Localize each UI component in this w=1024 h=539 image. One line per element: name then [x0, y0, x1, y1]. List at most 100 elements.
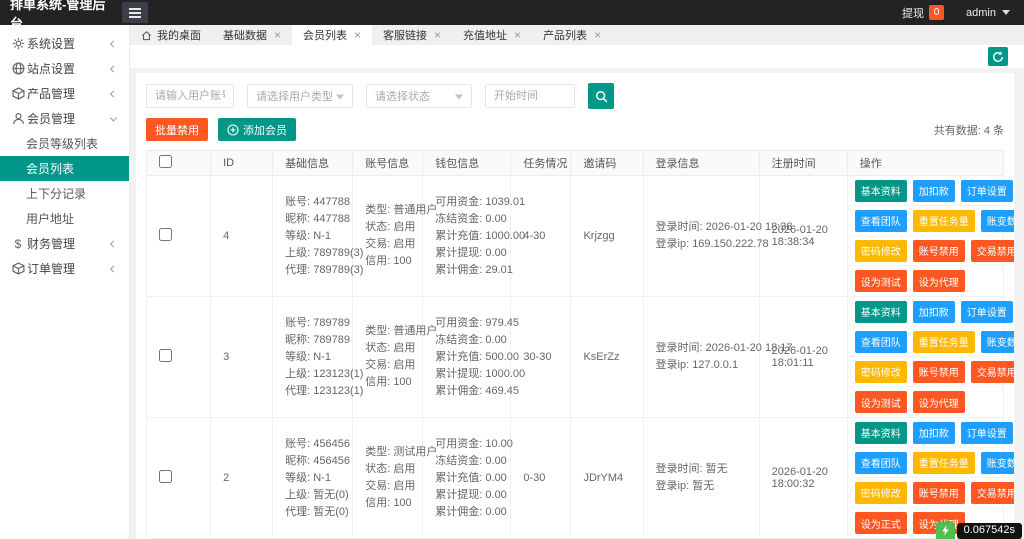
sidebar-item-system-settings[interactable]: 系统设置	[0, 31, 129, 56]
info-line: 上级: 123123(1)	[285, 367, 364, 380]
user-type-select[interactable]: 请选择用户类型	[247, 84, 353, 108]
hamburger-menu-icon[interactable]	[122, 2, 148, 23]
action-button[interactable]: 账号禁用	[912, 239, 965, 262]
row-checkbox[interactable]	[159, 470, 172, 483]
tab-service-link[interactable]: 客服链接 ×	[372, 25, 452, 45]
sidebar-item-finance-manage[interactable]: $ 财务管理	[0, 231, 129, 256]
status-select[interactable]: 请选择状态	[366, 84, 472, 108]
close-icon[interactable]: ×	[274, 29, 281, 41]
action-button[interactable]: 订单设置	[960, 179, 1013, 202]
action-button[interactable]: 密码修改	[854, 481, 907, 504]
sidebar-item-member-level-list[interactable]: 会员等级列表	[0, 131, 129, 156]
action-button[interactable]: 设为代理	[912, 270, 965, 292]
action-button[interactable]: 重置任务量	[912, 451, 975, 474]
sidebar-item-member-manage[interactable]: 会员管理	[0, 106, 129, 131]
action-button[interactable]: 交易禁用	[970, 239, 1014, 262]
cell-account-info: 类型: 普通用户 状态: 启用 交易: 启用 信用: 100	[352, 175, 437, 297]
action-button[interactable]: 基本资料	[854, 421, 907, 444]
app-title: 排单系统-管理后台	[10, 0, 106, 31]
account-search-input[interactable]	[146, 84, 234, 108]
action-button[interactable]: 重置任务量	[912, 209, 975, 232]
action-button[interactable]: 设为测试	[854, 270, 907, 292]
info-line: 冻结资金: 0.00	[435, 454, 507, 467]
action-button[interactable]: 查看团队	[854, 451, 907, 474]
action-button[interactable]: 账号禁用	[912, 481, 965, 504]
action-button[interactable]: 账号禁用	[912, 360, 965, 383]
action-button[interactable]: 账变数据	[980, 209, 1014, 232]
row-checkbox[interactable]	[159, 349, 172, 362]
info-line: 交易: 启用	[365, 480, 416, 492]
action-button[interactable]: 加扣款	[912, 179, 955, 202]
sidebar-item-user-address[interactable]: 用户地址	[0, 206, 129, 231]
add-member-button[interactable]: 添加会员	[218, 118, 296, 141]
sidebar-item-label: 会员管理	[27, 112, 76, 126]
action-button[interactable]: 交易禁用	[970, 481, 1014, 504]
action-button[interactable]: 加扣款	[912, 300, 955, 323]
action-button[interactable]: 账变数据	[980, 330, 1014, 353]
action-button-row: 设为测试 设为代理	[848, 266, 1003, 296]
info-line: 代理: 123123(1)	[285, 384, 364, 397]
action-button[interactable]: 设为测试	[854, 391, 907, 413]
close-icon[interactable]: ×	[514, 29, 521, 41]
action-button[interactable]: 密码修改	[854, 239, 907, 262]
info-line: 类型: 普通用户	[365, 325, 438, 337]
cell-login-info: 登录时间: 暂无 登录ip: 暂无	[642, 417, 760, 539]
start-time-input[interactable]	[485, 84, 575, 108]
info-line: 登录ip: 169.150.222.78	[655, 238, 769, 250]
action-button[interactable]: 设为代理	[912, 391, 965, 413]
action-button[interactable]: 查看团队	[854, 209, 907, 232]
action-button[interactable]: 查看团队	[854, 330, 907, 353]
search-button[interactable]	[588, 83, 614, 109]
action-button[interactable]: 基本资料	[854, 300, 907, 323]
action-button[interactable]: 交易禁用	[970, 360, 1014, 383]
sidebar-item-label: 站点设置	[27, 62, 76, 76]
tab-product-list[interactable]: 产品列表 ×	[532, 25, 612, 45]
close-icon[interactable]: ×	[594, 29, 601, 41]
info-line: 冻结资金: 0.00	[435, 333, 507, 346]
action-button[interactable]: 密码修改	[854, 360, 907, 383]
action-button[interactable]: 基本资料	[854, 179, 907, 202]
action-button[interactable]: 重置任务量	[912, 330, 975, 353]
sidebar-item-product-manage[interactable]: 产品管理	[0, 81, 129, 106]
tab-recharge-address[interactable]: 充值地址 ×	[452, 25, 532, 45]
user-type-select-value: 请选择用户类型	[256, 91, 333, 103]
circle-plus-icon	[227, 123, 239, 136]
action-button[interactable]: 设为正式	[854, 512, 907, 534]
action-button[interactable]: 账变数据	[980, 451, 1014, 474]
sidebar-item-order-manage[interactable]: 订单管理	[0, 256, 129, 281]
action-button[interactable]: 订单设置	[960, 421, 1013, 444]
cube-icon	[10, 87, 26, 100]
close-icon[interactable]: ×	[354, 29, 361, 41]
info-line: 交易: 启用	[365, 359, 416, 371]
batch-disable-button[interactable]: 批量禁用	[146, 118, 208, 141]
action-button[interactable]: 加扣款	[912, 421, 955, 444]
admin-user-menu[interactable]: admin	[966, 7, 1010, 19]
table-row: 2 账号: 456456 昵称: 456456 等级: N-1 上级: 暂无(0) 代理:…	[145, 417, 1014, 539]
tab-my-desktop[interactable]: 我的桌面	[130, 25, 212, 45]
lightning-icon	[941, 525, 949, 536]
withdraw-menu-item[interactable]: 提现 0	[902, 5, 945, 21]
chevron-down-icon	[109, 113, 118, 122]
trace-toggle-button[interactable]	[935, 522, 955, 539]
info-line: 累计提现: 1000.00	[435, 367, 526, 380]
tab-basic-data[interactable]: 基础数据 ×	[212, 25, 292, 45]
select-all-checkbox[interactable]	[159, 155, 172, 168]
sidebar-item-updown-records[interactable]: 上下分记录	[0, 181, 129, 206]
topbar-right: 提现 0 admin	[902, 5, 1024, 21]
filter-bar: 请选择用户类型 请选择状态	[146, 83, 1014, 109]
sidebar-item-member-list[interactable]: 会员列表	[0, 156, 129, 181]
row-checkbox[interactable]	[159, 228, 172, 241]
info-line: 信用: 100	[365, 497, 412, 509]
action-button-row: 基本资料 加扣款 订单设置	[847, 176, 1013, 206]
action-button[interactable]: 订单设置	[960, 300, 1013, 323]
info-line: 累计佣金: 469.45	[435, 384, 520, 397]
total-count-text: 共有数据: 4 条	[933, 124, 1004, 137]
cell-id: 4	[210, 175, 274, 297]
cell-operations: 基本资料加扣款订单设置查看团队重置任务量账变数据密码修改账号禁用交易禁用设为测试…	[846, 296, 1014, 418]
tab-member-list[interactable]: 会员列表 ×	[292, 25, 373, 45]
info-line: 交易: 启用	[365, 238, 416, 250]
close-icon[interactable]: ×	[434, 29, 441, 41]
refresh-button[interactable]	[988, 47, 1008, 66]
sidebar-item-site-settings[interactable]: 站点设置	[0, 56, 129, 81]
tabbar: 我的桌面 基础数据 × 会员列表 × 客服链接 × 充值地址 × 产品列表 ×	[130, 25, 1024, 45]
